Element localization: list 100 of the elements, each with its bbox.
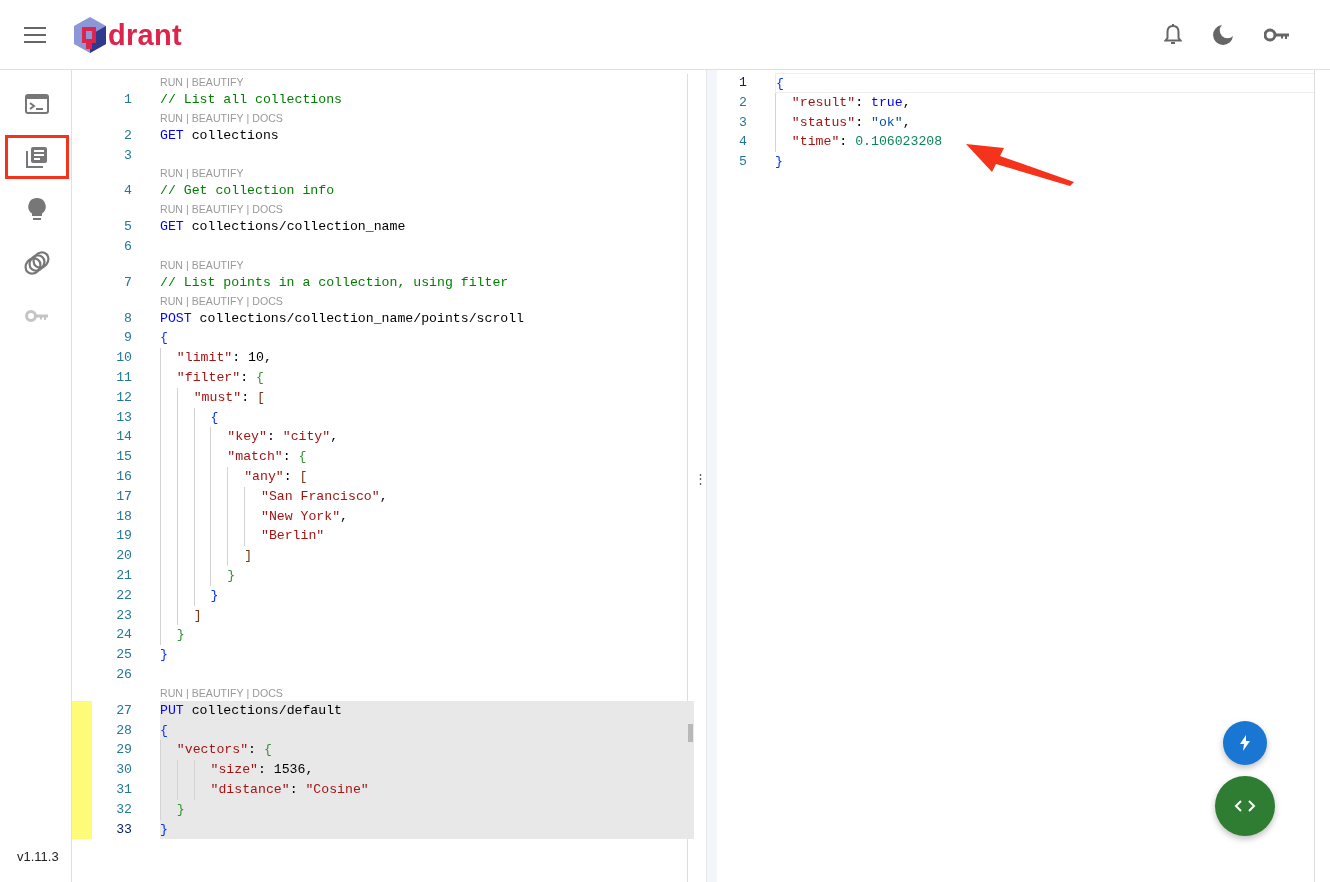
line-number: 13 xyxy=(115,408,132,427)
codelens-link[interactable]: RUN xyxy=(160,684,183,701)
code-line: "distance": "Cosine" xyxy=(160,779,369,800)
code-line: "match": { xyxy=(160,447,307,467)
line-number: 21 xyxy=(115,566,132,585)
codelens-link[interactable]: RUN xyxy=(160,256,183,273)
line-number: 5 xyxy=(123,218,132,237)
quick-action-button[interactable] xyxy=(1223,721,1267,765)
code-line: // Get collection info xyxy=(160,182,335,201)
line-number: 3 xyxy=(123,146,132,165)
codelens-link[interactable]: RUN xyxy=(160,109,183,126)
code-button[interactable] xyxy=(1215,776,1275,836)
code-line: { xyxy=(160,721,168,740)
codelens-link[interactable]: RUN xyxy=(160,201,183,218)
separator-text: | xyxy=(185,110,189,126)
code-line: ] xyxy=(160,605,202,626)
line-number: 33 xyxy=(115,820,132,839)
code-line: "status": "ok", xyxy=(775,112,911,133)
line-number: 31 xyxy=(115,780,132,799)
codelens-link[interactable]: BEAUTIFY xyxy=(191,109,244,126)
rings-icon xyxy=(24,250,50,276)
line-number: 1 xyxy=(738,74,747,92)
line-number: 2 xyxy=(738,93,747,112)
codelens-link[interactable]: BEAUTIFY xyxy=(191,256,244,273)
separator-text: | xyxy=(185,293,189,309)
code-line: // List all collections xyxy=(160,91,343,109)
line-number: 11 xyxy=(115,368,132,387)
terminal-icon xyxy=(25,94,49,114)
code-line: "result": true, xyxy=(775,92,911,113)
codelens-link[interactable]: RUN xyxy=(160,74,183,90)
lightning-icon xyxy=(1240,735,1250,751)
code-line: "key": "city", xyxy=(160,427,339,448)
codelens-link[interactable]: BEAUTIFY xyxy=(191,74,244,90)
code-line: } xyxy=(160,585,219,606)
line-number: 24 xyxy=(115,626,132,645)
line-number: 27 xyxy=(115,701,132,720)
codelens-link[interactable]: BEAUTIFY xyxy=(191,165,244,182)
code-line: "limit": 10, xyxy=(160,348,272,368)
separator-text: | xyxy=(185,75,189,90)
sidebar-item[interactable] xyxy=(5,135,69,179)
scrollbar-thumb[interactable] xyxy=(688,724,693,742)
menu-icon[interactable] xyxy=(24,26,46,43)
codelens-link[interactable]: BEAUTIFY xyxy=(191,201,244,218)
version-label: v1.11.3 xyxy=(17,849,59,864)
line-number: 15 xyxy=(115,448,132,467)
code-line: } xyxy=(160,646,168,665)
code-line: } xyxy=(160,820,168,839)
line-number: 10 xyxy=(115,349,132,368)
separator-text: | xyxy=(185,202,189,218)
key-icon[interactable] xyxy=(1264,27,1290,42)
codelens-link[interactable]: RUN xyxy=(160,165,183,182)
line-number: 18 xyxy=(115,507,132,526)
line-number: 9 xyxy=(123,329,132,348)
stacked-documents-icon xyxy=(26,146,48,168)
line-number: 4 xyxy=(738,133,747,152)
codelens-link[interactable]: DOCS xyxy=(252,684,283,701)
separator-text: | xyxy=(185,257,189,273)
line-number: 2 xyxy=(123,126,132,145)
lightbulb-icon xyxy=(28,198,46,222)
code-line: "New York", xyxy=(160,506,349,527)
codelens-link[interactable]: DOCS xyxy=(252,292,283,309)
codelens-link[interactable]: BEAUTIFY xyxy=(191,684,244,701)
line-number: 6 xyxy=(123,238,132,256)
separator-text: | xyxy=(246,293,250,309)
separator-text: | xyxy=(185,166,189,182)
cube-logo-icon xyxy=(74,16,106,53)
line-number: 22 xyxy=(115,586,132,605)
code-line: "any": [ xyxy=(160,466,308,487)
separator-text: | xyxy=(185,685,189,701)
key-icon xyxy=(25,309,49,323)
code-line: { xyxy=(160,329,168,348)
splitter-handle[interactable]: ⋮ xyxy=(694,470,707,486)
code-line: } xyxy=(160,625,185,646)
codelens-link[interactable]: DOCS xyxy=(252,109,283,126)
code-line: GET collections xyxy=(160,126,279,145)
code-line: // List points in a collection, using filter xyxy=(160,273,509,292)
code-line: } xyxy=(775,153,783,172)
line-number: 30 xyxy=(115,761,132,780)
codelens-link[interactable]: BEAUTIFY xyxy=(191,292,244,309)
code-line: { xyxy=(776,75,784,92)
line-number: 5 xyxy=(738,153,747,172)
line-number: 3 xyxy=(738,113,747,132)
line-number: 23 xyxy=(115,606,132,625)
code-line: } xyxy=(160,565,236,586)
line-number: 32 xyxy=(115,800,132,819)
code-line: GET collections/collection_name xyxy=(160,218,406,237)
code-icon xyxy=(1234,800,1256,812)
line-number: 29 xyxy=(115,741,132,760)
code-line: "filter": { xyxy=(160,367,264,388)
code-line: "size": 1536, xyxy=(160,760,314,780)
code-line: "time": 0.106023208 xyxy=(775,132,943,153)
line-number: 16 xyxy=(115,467,132,486)
line-number: 4 xyxy=(123,182,132,201)
code-line: ] xyxy=(160,546,253,566)
code-line: { xyxy=(160,407,219,428)
moon-icon[interactable] xyxy=(1212,23,1234,46)
line-number: 1 xyxy=(123,91,132,109)
codelens-link[interactable]: DOCS xyxy=(252,201,283,218)
codelens-link[interactable]: RUN xyxy=(160,292,183,309)
bell-icon[interactable] xyxy=(1164,23,1182,46)
